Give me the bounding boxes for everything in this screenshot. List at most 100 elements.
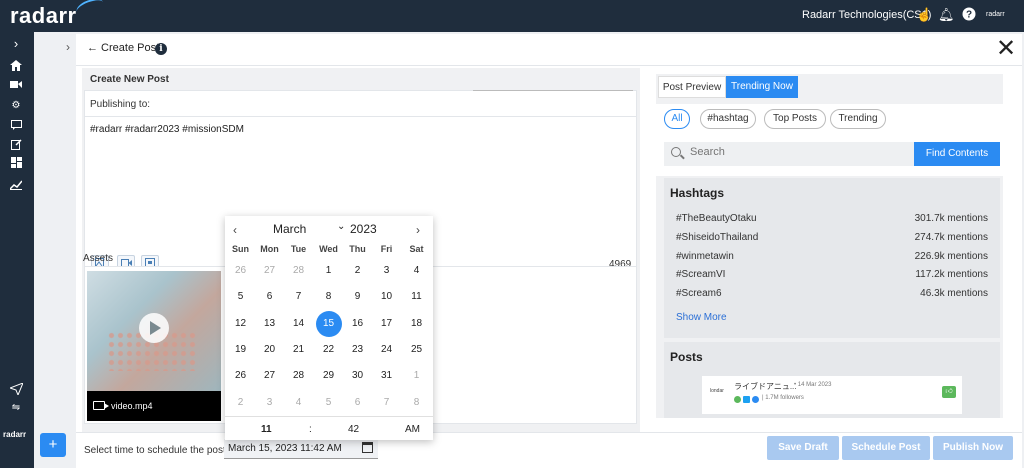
panel-toggle-icon[interactable]: › bbox=[66, 40, 70, 54]
calendar-day[interactable]: 20 bbox=[255, 337, 284, 363]
calendar-day[interactable]: 5 bbox=[314, 390, 343, 416]
calendar-day[interactable]: 28 bbox=[284, 363, 313, 389]
filter-hashtag[interactable]: #hashtag bbox=[700, 109, 756, 129]
filter-top-posts[interactable]: Top Posts bbox=[764, 109, 826, 129]
filter-trending[interactable]: Trending bbox=[830, 109, 886, 129]
calendar-day[interactable]: 11 bbox=[402, 284, 431, 310]
calendar-day[interactable]: 2 bbox=[343, 258, 372, 284]
add-button[interactable]: + bbox=[40, 433, 66, 457]
dashboard-icon[interactable] bbox=[9, 157, 23, 169]
user-brand[interactable]: radarr bbox=[986, 11, 1005, 18]
calendar-day-label: 15 bbox=[322, 317, 335, 329]
calendar-day[interactable]: 27 bbox=[255, 363, 284, 389]
calendar-day[interactable]: 10 bbox=[372, 284, 401, 310]
calendar-icon[interactable] bbox=[362, 442, 373, 453]
calendar-day[interactable]: 7 bbox=[372, 390, 401, 416]
play-icon[interactable] bbox=[139, 313, 169, 343]
hashtag-count: 274.7k mentions bbox=[914, 232, 988, 243]
calendar-day[interactable]: 27 bbox=[255, 258, 284, 284]
save-draft-button[interactable]: Save Draft bbox=[767, 436, 839, 460]
tab-post-preview[interactable]: Post Preview bbox=[658, 76, 726, 98]
section-title: Create New Post bbox=[90, 74, 169, 85]
publishing-row[interactable]: Publishing to: bbox=[85, 90, 636, 117]
schedule-input[interactable]: March 15, 2023 11:42 AM bbox=[224, 439, 378, 459]
chevron-down-icon[interactable]: ⌄ bbox=[337, 221, 345, 232]
calendar-day[interactable]: 31 bbox=[372, 363, 401, 389]
calendar-day[interactable]: 26 bbox=[226, 363, 255, 389]
calendar-day[interactable]: 18 bbox=[402, 311, 431, 337]
calendar-day[interactable]: 29 bbox=[314, 363, 343, 389]
calendar-day[interactable]: 6 bbox=[343, 390, 372, 416]
month-select[interactable]: March bbox=[273, 222, 306, 236]
bell-icon[interactable]: 🔔︎ bbox=[938, 7, 955, 23]
calendar-day[interactable]: 22 bbox=[314, 337, 343, 363]
home-icon[interactable] bbox=[9, 60, 23, 72]
calendar-day-label: 1 bbox=[325, 265, 332, 276]
calendar-day[interactable]: 12 bbox=[226, 311, 255, 337]
calendar-day[interactable]: 25 bbox=[402, 337, 431, 363]
minute-field[interactable]: 42 bbox=[348, 424, 359, 435]
calendar-day[interactable]: 3 bbox=[255, 390, 284, 416]
calendar-day[interactable]: 24 bbox=[372, 337, 401, 363]
calendar-day[interactable]: 5 bbox=[226, 284, 255, 310]
edit-icon[interactable] bbox=[9, 139, 23, 151]
collapse-arrows-icon[interactable]: ⇋ bbox=[9, 402, 23, 414]
calendar-day[interactable]: 9 bbox=[343, 284, 372, 310]
calendar-day[interactable]: 8 bbox=[402, 390, 431, 416]
send-icon[interactable] bbox=[8, 382, 24, 397]
info-icon[interactable]: i bbox=[155, 43, 167, 55]
message-icon[interactable] bbox=[9, 120, 23, 132]
calendar-day[interactable]: 3 bbox=[372, 258, 401, 284]
back-button[interactable]: ← Create Post bbox=[87, 42, 159, 54]
show-more-link[interactable]: Show More bbox=[676, 312, 727, 323]
hand-pointer-icon[interactable]: ☝ bbox=[916, 7, 932, 23]
schedule-post-button[interactable]: Schedule Post bbox=[842, 436, 930, 460]
calendar-day[interactable]: 6 bbox=[255, 284, 284, 310]
thumbs-up-icon[interactable]: 👍︎ bbox=[942, 386, 956, 398]
calendar-day[interactable]: 4 bbox=[284, 390, 313, 416]
help-icon[interactable]: ? bbox=[961, 7, 977, 23]
calendar-day[interactable]: 2 bbox=[226, 390, 255, 416]
weekday-label: Sun bbox=[232, 244, 249, 254]
analytics-icon[interactable] bbox=[9, 180, 23, 192]
calendar-day[interactable]: 26 bbox=[226, 258, 255, 284]
ampm-field[interactable]: AM bbox=[405, 424, 420, 435]
hour-field[interactable]: 11 bbox=[261, 424, 272, 435]
time-separator: : bbox=[309, 424, 312, 435]
search-input[interactable] bbox=[690, 146, 910, 158]
video-thumbnail[interactable] bbox=[87, 271, 221, 391]
settings-icon[interactable]: ⚙ bbox=[9, 100, 23, 112]
org-name[interactable]: Radarr Technologies(CS1) bbox=[802, 9, 931, 21]
calendar-day[interactable]: 4 bbox=[402, 258, 431, 284]
radarr-logo[interactable]: radarr bbox=[10, 3, 77, 29]
calendar-day[interactable]: 14 bbox=[284, 311, 313, 337]
calendar-day[interactable]: 8 bbox=[314, 284, 343, 310]
calendar-day[interactable]: 28 bbox=[284, 258, 313, 284]
calendar-day[interactable]: 1 bbox=[402, 363, 431, 389]
calendar-day[interactable]: 19 bbox=[226, 337, 255, 363]
calendar-day[interactable]: 1 bbox=[314, 258, 343, 284]
filter-all[interactable]: All bbox=[664, 109, 690, 129]
calendar-day-selected[interactable]: 15 bbox=[314, 310, 343, 337]
next-month-button[interactable]: › bbox=[416, 223, 420, 237]
publish-now-button[interactable]: Publish Now bbox=[933, 436, 1013, 460]
find-contents-button[interactable]: Find Contents bbox=[914, 142, 1000, 166]
calendar-day-label: 6 bbox=[354, 396, 361, 408]
calendar-day[interactable]: 7 bbox=[284, 284, 313, 310]
prev-month-button[interactable]: ‹ bbox=[233, 223, 237, 237]
asset-filename: video.mp4 bbox=[111, 401, 153, 411]
calendar-day[interactable]: 30 bbox=[343, 363, 372, 389]
calendar-day[interactable]: 16 bbox=[343, 311, 372, 337]
video-icon[interactable] bbox=[9, 80, 23, 92]
post-text[interactable]: #radarr #radarr2023 #missionSDM bbox=[90, 124, 244, 135]
year-label[interactable]: 2023 bbox=[350, 222, 377, 236]
calendar-day[interactable]: 21 bbox=[284, 337, 313, 363]
twitter-icon bbox=[743, 396, 750, 403]
calendar-day[interactable]: 23 bbox=[343, 337, 372, 363]
calendar-day[interactable]: 13 bbox=[255, 311, 284, 337]
calendar-day[interactable]: 17 bbox=[372, 311, 401, 337]
expand-sidebar-icon[interactable]: › bbox=[9, 37, 23, 50]
tab-trending-now[interactable]: Trending Now bbox=[726, 76, 798, 98]
post-item[interactable]: londar ライブドアニュ... • 14 Mar 2023 | 1.7M f… bbox=[702, 376, 962, 414]
close-button[interactable]: ✕ bbox=[996, 37, 1016, 61]
